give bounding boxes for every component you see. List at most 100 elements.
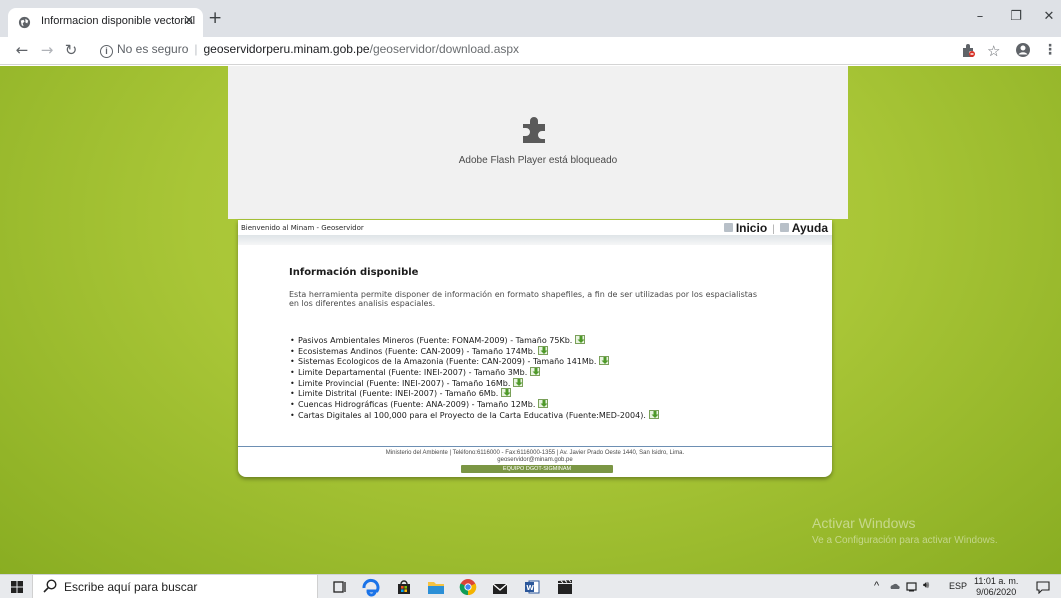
system-clock[interactable]: 11:01 a. m. 9/06/2020: [974, 576, 1018, 598]
taskbar-search[interactable]: Escribe aquí para buscar: [32, 575, 318, 598]
globe-icon: [18, 16, 31, 29]
back-arrow-icon[interactable]: ←: [13, 42, 31, 59]
nav-inicio-link[interactable]: Inicio: [736, 221, 767, 235]
windows-start-icon[interactable]: [11, 581, 23, 593]
edge-browser-icon[interactable]: [361, 577, 381, 597]
svg-text:W: W: [526, 584, 534, 592]
flash-placeholder[interactable]: Adobe Flash Player está bloqueado: [228, 66, 848, 219]
volume-icon[interactable]: 🔊︎: [923, 580, 929, 591]
download-icon[interactable]: [538, 399, 549, 409]
forward-arrow-icon[interactable]: →: [38, 42, 56, 59]
help-icon[interactable]: [779, 223, 789, 232]
download-item: • Limite Provincial (Fuente: INEI-2007) -…: [290, 377, 659, 389]
bullet: •: [290, 389, 295, 399]
chrome-icon[interactable]: [458, 577, 478, 597]
content-card: Bienvenido al Minam - Geoservidor Inicio…: [238, 220, 832, 477]
nav-separator: |: [772, 224, 775, 235]
url-field[interactable]: i No es seguro | geoservidorperu.minam.gob.…: [100, 42, 519, 60]
tab-strip: Informacion disponible vectorial × + – ❐…: [0, 0, 1061, 37]
maximize-button[interactable]: ❐: [1006, 9, 1026, 24]
task-view-icon[interactable]: [330, 577, 350, 597]
network-icon[interactable]: [906, 581, 920, 593]
download-icon[interactable]: [599, 356, 610, 366]
download-icon[interactable]: [575, 335, 586, 344]
download-item: • Sistemas Ecologicos de la Amazonia (Fue…: [290, 356, 659, 367]
header-band: [238, 235, 832, 245]
download-item: • Cartas Digitales al 100,000 para el Pro…: [290, 409, 659, 421]
footer-info: Ministerio del Ambiente | Teléfono:61160…: [238, 450, 832, 464]
bullet: •: [290, 368, 295, 378]
download-icon[interactable]: [530, 367, 541, 377]
info-icon[interactable]: i: [100, 45, 113, 58]
tab-title: Informacion disponible vectorial: [41, 15, 196, 27]
word-icon[interactable]: W: [522, 577, 542, 597]
tab-close-icon[interactable]: ×: [181, 13, 197, 28]
profile-icon[interactable]: [1015, 42, 1031, 58]
bullet: •: [290, 336, 295, 345]
download-label: Cartas Digitales al 100,000 para el Proy…: [298, 410, 646, 420]
address-bar: ← → ↻ i No es seguro | geoservidorperu.mina…: [0, 37, 1061, 65]
download-icon[interactable]: [648, 409, 659, 419]
store-icon[interactable]: [394, 577, 414, 597]
download-item: • Limite Departamental (Fuente: INEI-2007…: [290, 367, 659, 378]
url-domain: geoservidorperu.minam.gob.pe: [203, 42, 370, 56]
bullet: •: [290, 357, 295, 367]
download-icon[interactable]: [538, 345, 549, 355]
footer-email: geoservidor@minam.gob.pe: [497, 457, 573, 463]
movies-app-icon[interactable]: [555, 577, 575, 597]
new-tab-button[interactable]: +: [208, 10, 222, 27]
welcome-text: Bienvenido al Minam - Geoservidor: [241, 224, 364, 232]
reload-icon[interactable]: ↻: [62, 42, 80, 59]
download-item: • Cuencas Hidrográficas (Fuente: ANA-2009…: [290, 399, 659, 410]
flash-blocked-message: Adobe Flash Player está bloqueado: [458, 155, 618, 166]
download-item: • Ecosistemas Andinos (Fuente: CAN-2009) …: [290, 345, 659, 357]
onedrive-sync-icon[interactable]: [889, 581, 901, 593]
url-separator: |: [194, 42, 198, 56]
download-label: Pasivos Ambientales Mineros (Fuente: FON…: [298, 336, 573, 345]
footer-divider: [238, 446, 832, 447]
download-icon[interactable]: [513, 377, 524, 387]
bullet: •: [290, 410, 295, 420]
search-icon: [43, 579, 57, 593]
download-icon[interactable]: [501, 388, 512, 398]
browser-tab[interactable]: Informacion disponible vectorial ×: [8, 8, 203, 37]
puzzle-plugin-icon: [523, 117, 545, 143]
activation-watermark-subtitle: Ve a Configuración para activar Windows.: [812, 535, 998, 546]
blocked-plugin-icon[interactable]: [961, 42, 975, 58]
download-label: Limite Departamental (Fuente: INEI-2007)…: [298, 368, 528, 378]
tray-overflow-icon[interactable]: ^: [874, 580, 879, 592]
download-label: Ecosistemas Andinos (Fuente: CAN-2009) -…: [298, 346, 536, 356]
bullet: •: [290, 378, 295, 388]
language-indicator[interactable]: ESP: [949, 581, 967, 591]
minimize-button[interactable]: –: [970, 9, 990, 24]
clock-date: 9/06/2020: [976, 587, 1017, 597]
site-header: Bienvenido al Minam - Geoservidor Inicio…: [238, 220, 832, 235]
notifications-icon[interactable]: [1036, 580, 1050, 594]
file-explorer-icon[interactable]: [426, 577, 446, 597]
section-title: Información disponible: [289, 267, 419, 278]
footer-contact: Ministerio del Ambiente | Teléfono:61160…: [385, 450, 685, 456]
download-label: Cuencas Hidrográficas (Fuente: ANA-2009)…: [298, 400, 536, 410]
download-label: Sistemas Ecologicos de la Amazonia (Fuen…: [298, 357, 597, 367]
download-list: • Pasivos Ambientales Mineros (Fuente: FO…: [290, 335, 659, 421]
team-badge: EQUIPO DGOT-SIGMINAM: [461, 465, 613, 473]
close-window-button[interactable]: ✕: [1039, 9, 1059, 24]
home-icon[interactable]: [723, 223, 733, 232]
taskbar: Escribe aquí para buscar W ^ 🔊︎ ESP 11:0…: [0, 574, 1061, 598]
download-item: • Pasivos Ambientales Mineros (Fuente: FO…: [290, 335, 659, 346]
download-item: • Limite Distrital (Fuente: INEI-2007) - …: [290, 388, 659, 399]
intro-paragraph: Esta herramienta permite disponer de inf…: [289, 290, 757, 308]
bullet: •: [290, 400, 295, 410]
clock-time: 11:01 a. m.: [974, 576, 1019, 586]
page-viewport: Adobe Flash Player está bloqueado Bienve…: [0, 66, 1061, 574]
nav-ayuda-link[interactable]: Ayuda: [792, 221, 828, 235]
mail-icon[interactable]: [490, 577, 510, 597]
header-nav: Inicio | Ayuda: [723, 221, 828, 235]
search-placeholder: Escribe aquí para buscar: [64, 580, 198, 594]
bullet: •: [290, 346, 295, 356]
activation-watermark-title: Activar Windows: [812, 515, 916, 531]
bookmark-star-icon[interactable]: ☆: [987, 42, 1000, 60]
download-label: Limite Distrital (Fuente: INEI-2007) - T…: [298, 389, 499, 399]
menu-kebab-icon[interactable]: ⋮: [1043, 42, 1057, 58]
security-label[interactable]: No es seguro: [117, 42, 188, 56]
